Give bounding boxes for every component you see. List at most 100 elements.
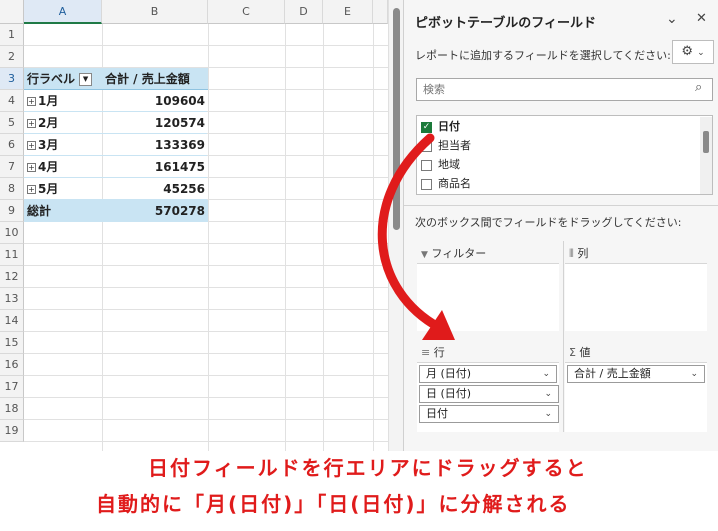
pane-options-chevron-icon[interactable]: ⌄ (666, 11, 678, 27)
grid-line (24, 353, 388, 354)
pivot-row-text: 2月 (38, 116, 59, 130)
row-header[interactable]: 15 (0, 332, 24, 354)
field-item-region[interactable]: 地域 (421, 156, 460, 174)
sigma-icon: Σ (569, 346, 576, 359)
select-all-corner[interactable] (0, 0, 24, 24)
filter-dropdown-icon[interactable]: ▼ (79, 73, 93, 86)
search-icon[interactable]: ⌕ (695, 80, 702, 95)
grid-line (24, 45, 388, 46)
field-item-product[interactable]: 商品名 (421, 175, 471, 193)
expand-icon[interactable]: + (27, 119, 36, 128)
chevron-down-icon[interactable]: ⌄ (544, 406, 552, 422)
pill-label: 合計 / 売上金額 (574, 367, 651, 380)
pivot-row-label[interactable]: +2月 (24, 112, 102, 134)
filter-drop-zone[interactable] (417, 263, 559, 331)
grid-line (24, 331, 388, 332)
row-header[interactable]: 7 (0, 156, 24, 178)
settings-button[interactable]: ⚙ ⌄ (672, 40, 714, 64)
pivot-row-label[interactable]: +3月 (24, 134, 102, 156)
column-header-b[interactable]: B (102, 0, 208, 24)
row-header[interactable]: 13 (0, 288, 24, 310)
pivot-row-value[interactable]: 161475 (102, 156, 208, 178)
expand-icon[interactable]: + (27, 185, 36, 194)
pivot-row-value[interactable]: 133369 (102, 134, 208, 156)
drag-instruction: 次のボックス間でフィールドをドラッグしてください: (415, 216, 682, 229)
pivot-field-pane: ピボットテーブルのフィールド ⌄ ✕ レポートに追加するフィールドを選択してくだ… (403, 0, 718, 451)
pivot-row-label[interactable]: +1月 (24, 90, 102, 112)
row-header[interactable]: 16 (0, 354, 24, 376)
expand-icon[interactable]: + (27, 97, 36, 106)
grid-line (373, 24, 374, 451)
field-label: 日付 (438, 120, 460, 133)
row-header[interactable]: 17 (0, 376, 24, 398)
column-header-partial[interactable] (373, 0, 388, 24)
checkbox-icon[interactable] (421, 140, 432, 152)
row-header[interactable]: 2 (0, 46, 24, 68)
pivot-row-value[interactable]: 109604 (102, 90, 208, 112)
pivot-row-divider (24, 133, 207, 134)
pivot-row-text: 1月 (38, 94, 59, 108)
field-list: ✓ 日付 担当者 地域 商品名 (416, 115, 713, 195)
row-header[interactable]: 9 (0, 200, 24, 222)
values-drop-zone[interactable]: 合計 / 売上金額 ⌄ (565, 362, 707, 432)
grid-line (24, 419, 388, 420)
pivot-total-value[interactable]: 570278 (102, 200, 208, 222)
row-header[interactable]: 5 (0, 112, 24, 134)
close-icon[interactable]: ✕ (696, 11, 707, 26)
filter-area[interactable]: ▼ フィルター (417, 241, 559, 331)
pivot-row-label-header[interactable]: 行ラベル ▼ (24, 68, 102, 90)
chevron-down-icon: ⌄ (697, 48, 705, 58)
column-header-d[interactable]: D (285, 0, 323, 24)
pivot-row-value[interactable]: 45256 (102, 178, 208, 200)
sheet-vertical-scrollbar[interactable] (388, 0, 403, 451)
chevron-down-icon[interactable]: ⌄ (542, 366, 550, 382)
chevron-down-icon[interactable]: ⌄ (690, 366, 698, 382)
pivot-row-value[interactable]: 120574 (102, 112, 208, 134)
grid-line (285, 24, 286, 451)
pivot-total-label[interactable]: 総計 (24, 200, 102, 222)
scrollbar-thumb[interactable] (393, 8, 400, 230)
chevron-down-icon[interactable]: ⌄ (544, 386, 552, 402)
scrollbar-thumb[interactable] (703, 131, 709, 153)
row-header[interactable]: 18 (0, 398, 24, 420)
row-header[interactable]: 6 (0, 134, 24, 156)
pivot-row-text: 3月 (38, 138, 59, 152)
columns-area[interactable]: ⦀ 列 (565, 241, 707, 331)
row-header[interactable]: 3 (0, 68, 24, 90)
row-header[interactable]: 10 (0, 222, 24, 244)
field-item-staff[interactable]: 担当者 (421, 137, 471, 155)
spreadsheet-grid[interactable]: A B C D E 行ラベル ▼ 合計 / 売上金額 +1月 109604 +2月… (0, 0, 388, 451)
column-header-a[interactable]: A (24, 0, 102, 24)
expand-icon[interactable]: + (27, 163, 36, 172)
values-field-sum[interactable]: 合計 / 売上金額 ⌄ (567, 365, 705, 383)
field-search-input[interactable] (416, 78, 713, 101)
rows-field-month[interactable]: 月 (日付) ⌄ (419, 365, 557, 383)
row-header[interactable]: 11 (0, 244, 24, 266)
gear-icon: ⚙ (681, 44, 693, 59)
row-header[interactable]: 8 (0, 178, 24, 200)
row-header[interactable]: 1 (0, 24, 24, 46)
pivot-value-header[interactable]: 合計 / 売上金額 (102, 68, 208, 90)
checkbox-icon[interactable] (421, 178, 432, 190)
values-area[interactable]: Σ 値 合計 / 売上金額 ⌄ (565, 340, 707, 432)
pivot-row-text: 5月 (38, 182, 59, 196)
checkbox-icon[interactable] (421, 159, 432, 171)
column-header-c[interactable]: C (208, 0, 285, 24)
row-header[interactable]: 12 (0, 266, 24, 288)
field-list-scrollbar[interactable] (700, 117, 712, 194)
row-header[interactable]: 19 (0, 420, 24, 442)
checkbox-checked-icon[interactable]: ✓ (421, 121, 432, 133)
pivot-row-label[interactable]: +4月 (24, 156, 102, 178)
expand-icon[interactable]: + (27, 141, 36, 150)
columns-area-label: 列 (577, 247, 589, 260)
values-area-label: 値 (579, 346, 591, 359)
column-header-e[interactable]: E (323, 0, 373, 24)
row-header[interactable]: 4 (0, 90, 24, 112)
rows-field-date[interactable]: 日付 ⌄ (419, 405, 559, 423)
field-item-date[interactable]: ✓ 日付 (421, 118, 460, 136)
rows-field-day[interactable]: 日 (日付) ⌄ (419, 385, 559, 403)
pill-label: 日 (日付) (426, 387, 472, 400)
row-header[interactable]: 14 (0, 310, 24, 332)
pivot-row-label[interactable]: +5月 (24, 178, 102, 200)
columns-drop-zone[interactable] (565, 263, 707, 331)
